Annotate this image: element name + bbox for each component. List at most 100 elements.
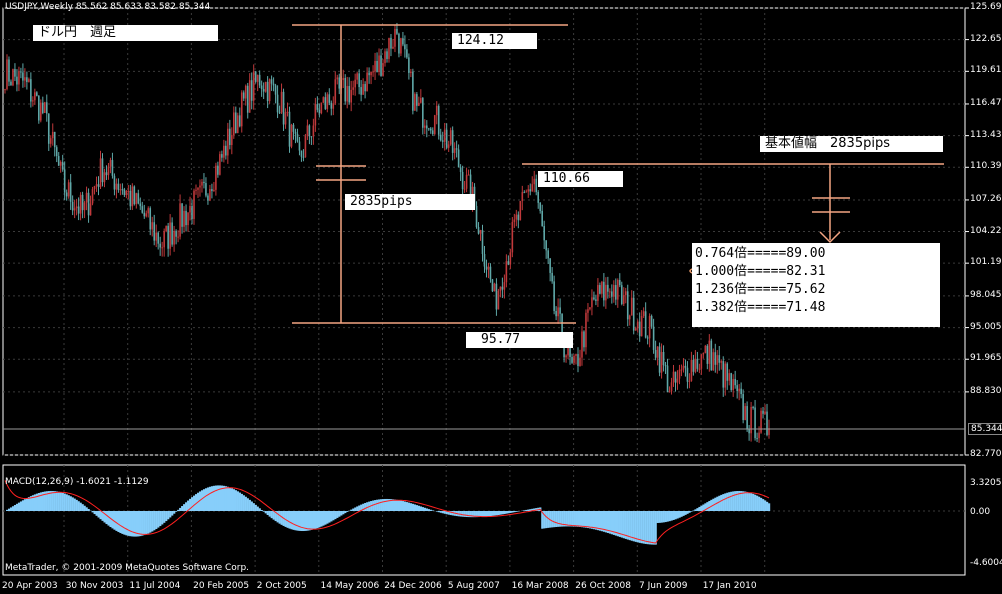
macd-histogram-bar [183, 504, 186, 511]
candle-body [354, 79, 356, 88]
candle-body [53, 131, 56, 148]
macd-histogram-bar [652, 511, 655, 545]
date-axis-label: 20 Apr 2003 [2, 581, 58, 591]
candle-body [203, 181, 205, 184]
macd-histogram-bar [358, 505, 361, 511]
macd-histogram-bar [407, 502, 411, 511]
macd-histogram-bar [193, 495, 196, 511]
candle-body [565, 355, 567, 358]
macd-histogram-bar [298, 511, 301, 531]
candle-body [646, 337, 649, 339]
macd-histogram-bar [698, 506, 701, 511]
candle-body [183, 210, 185, 227]
candle-body [744, 406, 746, 421]
candle-body [304, 135, 307, 158]
macd-histogram-bar [143, 511, 146, 536]
candle-body [495, 283, 498, 310]
macd-histogram-bar [499, 511, 502, 515]
candle-body [159, 243, 161, 248]
candle-body [402, 38, 404, 45]
candle-body [656, 346, 659, 358]
candle-body [706, 345, 709, 364]
macd-histogram-bar [708, 500, 711, 511]
candle-body [121, 189, 124, 191]
candle-body [628, 315, 631, 320]
macd-histogram-bar [85, 507, 88, 511]
macd-histogram-bar [382, 499, 385, 511]
candle-body [537, 192, 540, 203]
candle-body [674, 371, 677, 383]
candle-body [501, 286, 504, 290]
candle-body [36, 92, 38, 96]
candle-body [197, 187, 199, 190]
candle-body [531, 184, 534, 192]
macd-histogram-bar [312, 511, 315, 530]
macd-histogram-bar [7, 508, 11, 511]
candle-body [248, 80, 251, 113]
macd-histogram-bar [545, 511, 548, 529]
candle-body [668, 391, 671, 393]
candle-body [732, 378, 734, 390]
macd-histogram-bar [425, 508, 428, 511]
candle-body [274, 85, 277, 95]
candle-body [716, 355, 719, 365]
date-axis-label: 26 Oct 2008 [575, 581, 631, 591]
macd-histogram-bar [147, 511, 150, 534]
candle-body [620, 285, 623, 304]
candle-body [431, 130, 434, 134]
macd-histogram-bar [77, 501, 80, 511]
macd-histogram-bar [573, 511, 576, 527]
macd-histogram-bar [254, 504, 257, 511]
candle-body [463, 188, 466, 190]
candle-body [242, 92, 245, 99]
candle-body [139, 203, 142, 207]
candle-body [449, 130, 452, 145]
candle-body [424, 125, 426, 128]
candle-body [439, 134, 442, 141]
macd-histogram-bar [181, 506, 184, 511]
candle-body [236, 115, 239, 134]
candle-body [352, 87, 354, 90]
candle-body [445, 129, 448, 148]
candle-body [398, 33, 400, 54]
macd-histogram-bar [151, 511, 154, 532]
macd-histogram-bar [19, 501, 23, 511]
candle-body [523, 192, 526, 194]
candle-body [618, 279, 621, 286]
macd-histogram-bar [224, 486, 228, 511]
macd-histogram-bar [310, 511, 313, 530]
macd-histogram-bar [286, 511, 289, 528]
candle-body [678, 369, 681, 379]
fib-target-1382: 1.382倍=====71.48 [695, 300, 826, 315]
macd-histogram-bar [206, 487, 210, 511]
macd-histogram-bar [157, 511, 160, 528]
macd-histogram-bar [584, 511, 588, 528]
macd-histogram-bar [409, 503, 413, 511]
candle-body [364, 84, 366, 92]
candle-body [708, 340, 711, 364]
macd-histogram-bar [419, 506, 423, 511]
candle-body [358, 73, 360, 88]
candle-body [650, 315, 653, 327]
macd-histogram-bar [694, 509, 697, 511]
candle-body [362, 84, 364, 95]
macd-histogram-bar [672, 511, 675, 520]
candle-body [509, 252, 512, 265]
macd-histogram-bar [596, 511, 600, 531]
candle-body [503, 282, 506, 290]
candle-body [143, 212, 146, 217]
date-axis-label: 14 May 2006 [320, 581, 380, 591]
macd-histogram-bar [569, 511, 572, 527]
candle-body [682, 365, 685, 370]
macd-histogram-bar [678, 511, 681, 518]
macd-histogram-bar [153, 511, 156, 531]
candle-body [684, 365, 687, 368]
candle-body [551, 272, 553, 282]
candle-body [65, 192, 68, 197]
price-axis-label: 91.965 [970, 353, 1002, 364]
candle-body [73, 208, 76, 211]
candle-body [264, 81, 267, 92]
candle-body [595, 299, 597, 301]
macd-histogram-bar [752, 493, 755, 511]
candle-body [344, 77, 347, 102]
